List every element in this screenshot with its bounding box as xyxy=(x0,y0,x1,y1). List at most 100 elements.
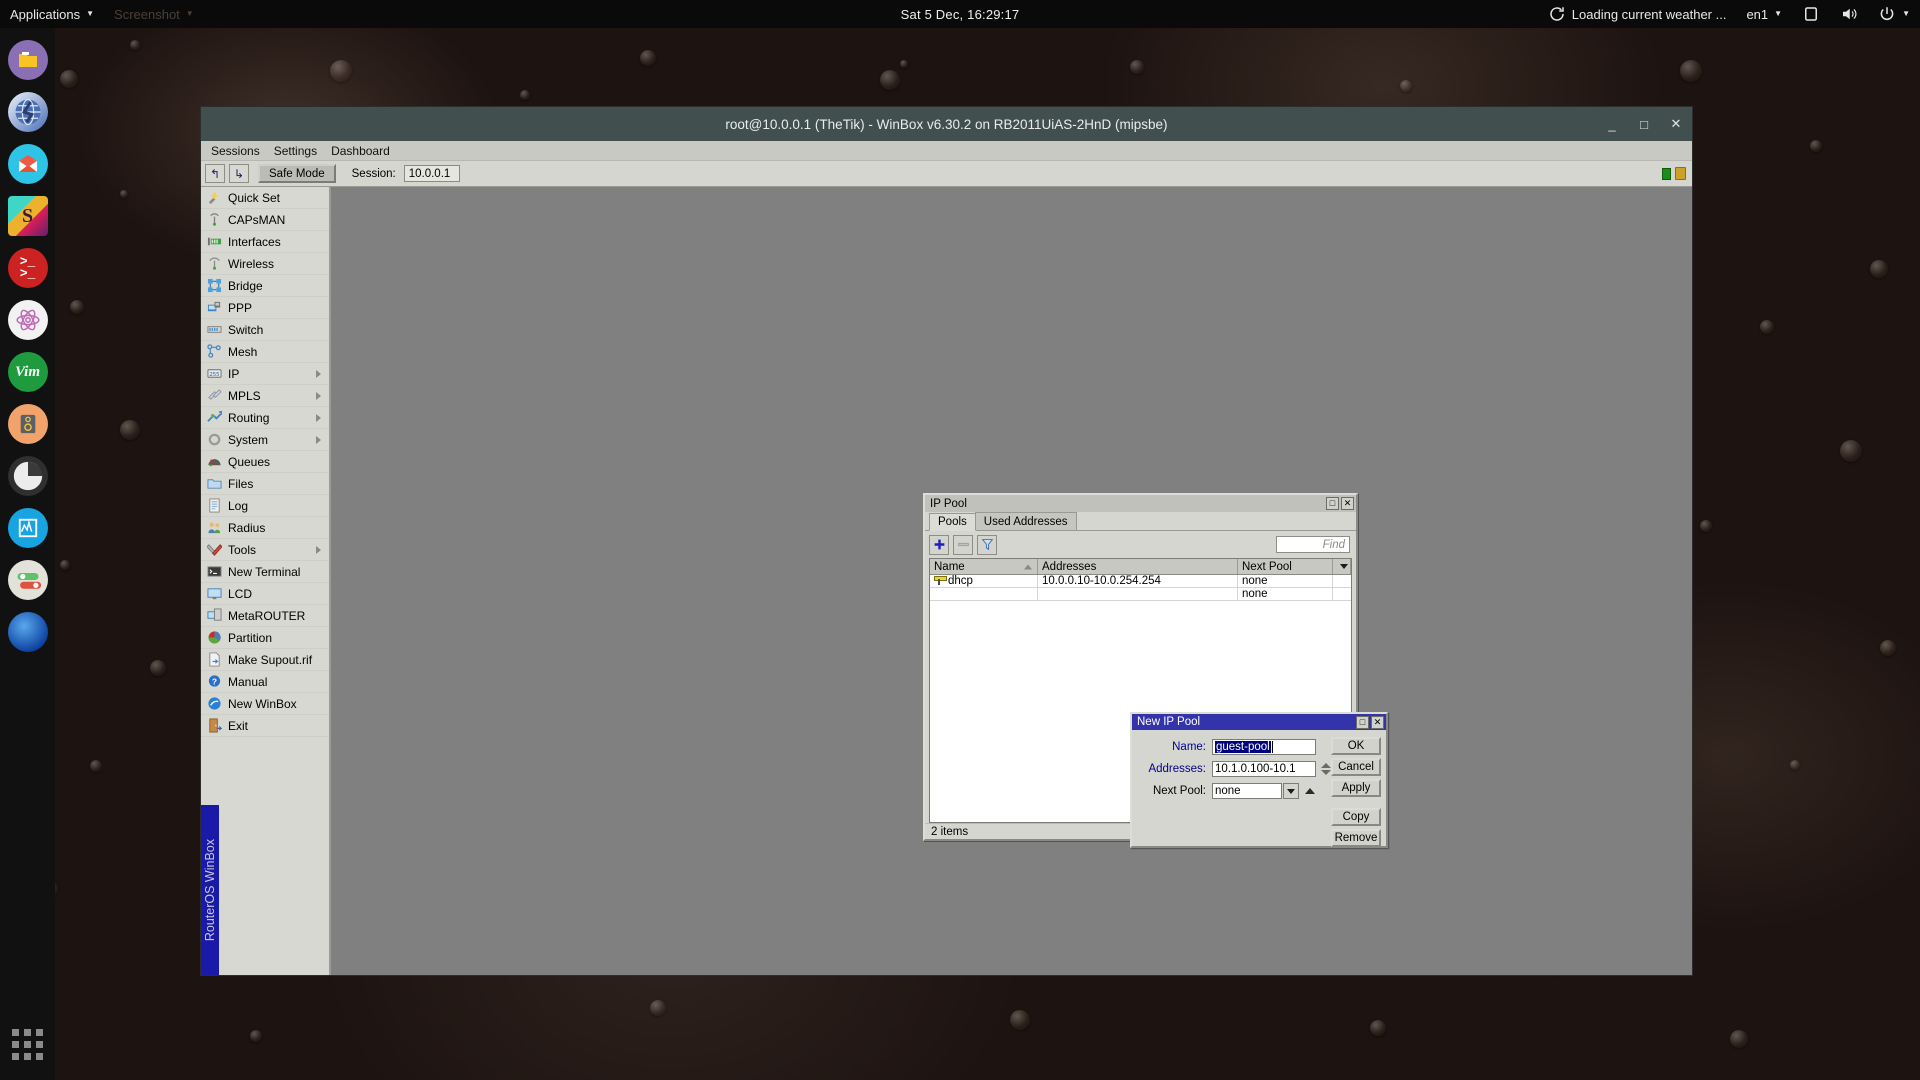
sidebar-item-label: Tools xyxy=(228,542,257,557)
sidebar-item-ppp[interactable]: PPP xyxy=(201,297,329,319)
add-pool-button[interactable] xyxy=(929,534,949,555)
dock-item-slack[interactable]: S xyxy=(7,196,48,236)
sidebar-item-label: Make Supout.rif xyxy=(228,652,313,667)
sidebar-item-files[interactable]: Files xyxy=(201,473,329,495)
sidebar-item-new-terminal[interactable]: New Terminal xyxy=(201,561,329,583)
dock-item-mail-client[interactable] xyxy=(7,144,48,184)
remove-pool-button[interactable] xyxy=(953,534,973,555)
dock-item-planet-app[interactable] xyxy=(7,612,48,652)
power-menu[interactable]: ▼ xyxy=(1868,0,1920,28)
menu-settings[interactable]: Settings xyxy=(268,143,323,159)
notification-button[interactable] xyxy=(1792,0,1830,28)
sidebar-item-ip[interactable]: 255 IP xyxy=(201,363,329,385)
routeros-winbox-vertical-tab[interactable]: RouterOS WinBox xyxy=(201,805,219,975)
dock-item-web-browser[interactable] xyxy=(7,92,48,132)
sidebar-item-capsman[interactable]: CAPsMAN xyxy=(201,209,329,231)
dock-item-atom-editor[interactable] xyxy=(7,300,48,340)
next-pool-input[interactable]: none xyxy=(1212,783,1282,799)
sidebar-item-label: System xyxy=(228,432,269,447)
maximize-button[interactable]: □ xyxy=(1326,497,1339,510)
winbox-titlebar[interactable]: root@10.0.0.1 (TheTik) - WinBox v6.30.2 … xyxy=(201,107,1692,141)
next-pool-dropdown-button[interactable] xyxy=(1283,783,1299,799)
remove-button[interactable]: Remove xyxy=(1331,829,1381,847)
quickset-icon xyxy=(207,190,222,205)
redo-icon[interactable]: ↳ xyxy=(229,164,249,183)
name-input-value: guest-pool xyxy=(1215,741,1271,753)
session-value[interactable]: 10.0.0.1 xyxy=(403,165,460,182)
screenshot-window-button[interactable]: Screenshot ▼ xyxy=(104,0,204,28)
addresses-stepper[interactable] xyxy=(1320,761,1331,777)
applications-menu[interactable]: Applications ▼ xyxy=(0,0,104,28)
filter-button[interactable] xyxy=(977,534,997,555)
new-ip-pool-titlebar[interactable]: New IP Pool □ ✕ xyxy=(1132,714,1386,730)
sidebar-item-metarouter[interactable]: MetaROUTER xyxy=(201,605,329,627)
sidebar-item-quick-set[interactable]: Quick Set xyxy=(201,187,329,209)
find-input[interactable]: Find xyxy=(1276,536,1350,553)
name-input[interactable]: guest-pool xyxy=(1212,739,1316,755)
sidebar-item-interfaces[interactable]: Interfaces xyxy=(201,231,329,253)
tab-used-addresses[interactable]: Used Addresses xyxy=(974,512,1077,530)
field-row-name: Name: guest-pool xyxy=(1132,736,1331,758)
cancel-button[interactable]: Cancel xyxy=(1331,758,1381,776)
sidebar-item-tools[interactable]: Tools xyxy=(201,539,329,561)
column-header-next-pool[interactable]: Next Pool xyxy=(1238,559,1333,574)
dock-item-files-manager[interactable] xyxy=(7,40,48,80)
keyboard-layout-switcher[interactable]: en1 ▼ xyxy=(1736,0,1792,28)
app-grid-icon[interactable] xyxy=(12,1029,43,1060)
weather-indicator[interactable]: Loading current weather ... xyxy=(1538,0,1737,28)
close-button[interactable]: ✕ xyxy=(1668,116,1684,132)
sidebar-item-make-supout[interactable]: Make Supout.rif xyxy=(201,649,329,671)
sidebar-item-wireless[interactable]: Wireless xyxy=(201,253,329,275)
dock-item-vim[interactable]: Vim xyxy=(7,352,48,392)
safe-mode-button[interactable]: Safe Mode xyxy=(258,164,336,183)
column-header-label: Next Pool xyxy=(1242,560,1292,573)
menu-sessions[interactable]: Sessions xyxy=(205,143,266,159)
copy-button[interactable]: Copy xyxy=(1331,808,1381,826)
notification-icon xyxy=(1805,7,1818,21)
sidebar-item-routing[interactable]: Routing xyxy=(201,407,329,429)
sidebar-item-lcd[interactable]: LCD xyxy=(201,583,329,605)
menu-dashboard[interactable]: Dashboard xyxy=(325,143,396,159)
volume-button[interactable] xyxy=(1830,0,1868,28)
svg-text:?: ? xyxy=(212,676,217,686)
weather-label: Loading current weather ... xyxy=(1571,6,1727,22)
table-row[interactable]: dhcp 10.0.0.10-10.0.254.254 none xyxy=(930,575,1351,588)
table-row[interactable]: none xyxy=(930,588,1351,601)
ok-button[interactable]: OK xyxy=(1331,737,1381,755)
water-droplet xyxy=(1370,1020,1386,1036)
apply-button[interactable]: Apply xyxy=(1331,779,1381,797)
collapse-arrow-icon[interactable] xyxy=(1305,788,1315,794)
sidebar-item-mpls[interactable]: MPLS xyxy=(201,385,329,407)
close-button[interactable]: ✕ xyxy=(1341,497,1354,510)
close-button[interactable]: ✕ xyxy=(1371,715,1384,729)
undo-icon[interactable]: ↰ xyxy=(205,164,225,183)
dock-item-audio-device[interactable] xyxy=(7,404,48,444)
sidebar-item-exit[interactable]: Exit xyxy=(201,715,329,737)
sidebar-item-radius[interactable]: Radius xyxy=(201,517,329,539)
minimize-button[interactable]: _ xyxy=(1604,117,1620,132)
column-header-name[interactable]: Name xyxy=(930,559,1038,574)
maximize-button[interactable]: □ xyxy=(1356,715,1369,729)
column-chooser-button[interactable] xyxy=(1333,559,1351,574)
sidebar-item-bridge[interactable]: Bridge xyxy=(201,275,329,297)
maximize-button[interactable]: □ xyxy=(1636,117,1652,132)
column-header-addresses[interactable]: Addresses xyxy=(1038,559,1238,574)
sidebar-item-log[interactable]: Log xyxy=(201,495,329,517)
ip-pool-titlebar[interactable]: IP Pool □ ✕ xyxy=(925,495,1356,512)
sidebar-item-mesh[interactable]: Mesh xyxy=(201,341,329,363)
sidebar-item-manual[interactable]: ? Manual xyxy=(201,671,329,693)
clock[interactable]: Sat 5 Dec, 16:29:17 xyxy=(901,7,1020,22)
sidebar-item-new-winbox[interactable]: New WinBox xyxy=(201,693,329,715)
sidebar-item-partition[interactable]: Partition xyxy=(201,627,329,649)
dock-item-system-monitor[interactable] xyxy=(7,508,48,548)
sidebar-item-system[interactable]: System xyxy=(201,429,329,451)
sidebar-item-queues[interactable]: Queues xyxy=(201,451,329,473)
session-label: Session: xyxy=(351,167,396,180)
water-droplet xyxy=(900,60,908,68)
tab-pools[interactable]: Pools xyxy=(929,513,976,531)
dock-item-settings-toggles[interactable] xyxy=(7,560,48,600)
dock-item-disk-utility[interactable] xyxy=(7,456,48,496)
addresses-input[interactable]: 10.1.0.100-10.1 xyxy=(1212,761,1316,777)
sidebar-item-switch[interactable]: Switch xyxy=(201,319,329,341)
dock-item-terminal[interactable]: >_ >_ xyxy=(7,248,48,288)
